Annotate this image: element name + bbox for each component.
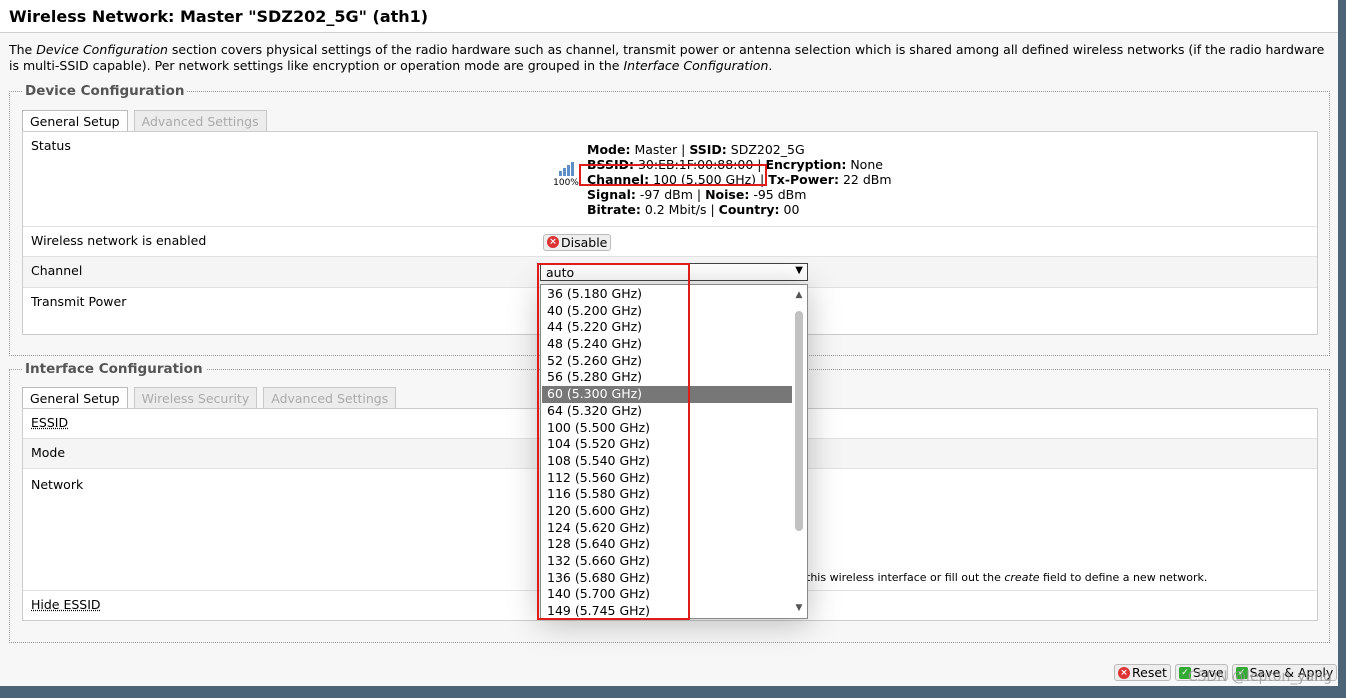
channel-options: 36 (5.180 GHz) 40 (5.200 GHz) 44 (5.220 GH… (542, 286, 793, 620)
channel-option[interactable]: 52 (5.260 GHz) (542, 353, 793, 370)
channel-option[interactable]: 40 (5.200 GHz) (542, 303, 793, 320)
tab-advanced-settings[interactable]: Advanced Settings (133, 110, 267, 132)
txpower-label: Transmit Power (31, 294, 127, 309)
network-help-text: this wireless interface or fill out the … (806, 571, 1208, 584)
mode-label: Mode (31, 445, 66, 460)
channel-option[interactable]: 60 (5.300 GHz) (542, 386, 793, 403)
status-row: Status 100% Mode: Master | SSID: SDZ202_… (23, 132, 1317, 227)
scroll-down-icon[interactable]: ▼ (792, 603, 806, 613)
channel-option[interactable]: 108 (5.540 GHz) (542, 453, 793, 470)
channel-option[interactable]: 124 (5.620 GHz) (542, 520, 793, 537)
channel-option[interactable]: 149 (5.745 GHz) (542, 603, 793, 620)
signal-strength-icon (549, 160, 583, 176)
signal-percent: 100% (553, 178, 579, 188)
disable-button[interactable]: × Disable (543, 233, 612, 251)
device-config-legend: Device Configuration (22, 83, 188, 99)
tab-general-setup[interactable]: General Setup (22, 110, 128, 132)
page-description: The Device Configuration section covers … (9, 42, 1325, 73)
channel-option[interactable]: 104 (5.520 GHz) (542, 436, 793, 453)
tab-wireless-security[interactable]: Wireless Security (133, 387, 258, 409)
essid-label: ESSID (31, 415, 69, 430)
status-label: Status (31, 138, 71, 153)
hide-essid-label: Hide ESSID (31, 597, 101, 612)
tab-general-setup[interactable]: General Setup (22, 387, 128, 409)
channel-option[interactable]: 48 (5.240 GHz) (542, 336, 793, 353)
scrollbar-thumb[interactable] (795, 311, 803, 531)
reset-button[interactable]: × Reset (1114, 664, 1171, 681)
channel-option[interactable]: 100 (5.500 GHz) (542, 420, 793, 437)
page-title: Wireless Network: Master "SDZ202_5G" (at… (0, 0, 1338, 33)
channel-option[interactable]: 140 (5.700 GHz) (542, 586, 793, 603)
enabled-label: Wireless network is enabled (31, 233, 207, 248)
network-label: Network (31, 477, 84, 492)
enabled-row: Wireless network is enabled × Disable (23, 227, 1317, 257)
channel-option[interactable]: 36 (5.180 GHz) (542, 286, 793, 303)
channel-option[interactable]: 112 (5.560 GHz) (542, 470, 793, 487)
channel-option[interactable]: 116 (5.580 GHz) (542, 486, 793, 503)
device-config-tabs: General Setup Advanced Settings (22, 110, 273, 132)
interface-config-tabs: General Setup Wireless Security Advanced… (22, 387, 402, 409)
page: Wireless Network: Master "SDZ202_5G" (at… (0, 0, 1338, 686)
dropdown-scrollbar[interactable]: ▲ ▼ (792, 286, 806, 617)
scroll-up-icon[interactable]: ▲ (792, 290, 806, 300)
channel-option[interactable]: 64 (5.320 GHz) (542, 403, 793, 420)
reset-icon: × (1118, 666, 1130, 679)
chevron-down-icon: ▼ (795, 265, 803, 276)
disable-icon: × (547, 236, 559, 248)
channel-dropdown-list[interactable]: 36 (5.180 GHz) 40 (5.200 GHz) 44 (5.220 GH… (540, 284, 808, 619)
channel-option[interactable]: 120 (5.600 GHz) (542, 503, 793, 520)
interface-config-legend: Interface Configuration (22, 361, 206, 377)
channel-option[interactable]: 132 (5.660 GHz) (542, 553, 793, 570)
channel-option[interactable]: 136 (5.680 GHz) (542, 570, 793, 587)
channel-option[interactable]: 128 (5.640 GHz) (542, 536, 793, 553)
channel-option[interactable]: 44 (5.220 GHz) (542, 319, 793, 336)
signal-indicator: 100% (549, 160, 583, 188)
channel-select[interactable]: auto ▼ (540, 263, 808, 281)
watermark: CSDN @lepton_yang (1187, 669, 1332, 685)
channel-label: Channel (31, 263, 83, 278)
channel-option[interactable]: 56 (5.280 GHz) (542, 369, 793, 386)
status-details: Mode: Master | SSID: SDZ202_5G BSSID: 30… (587, 142, 892, 217)
tab-advanced-settings[interactable]: Advanced Settings (263, 387, 397, 409)
